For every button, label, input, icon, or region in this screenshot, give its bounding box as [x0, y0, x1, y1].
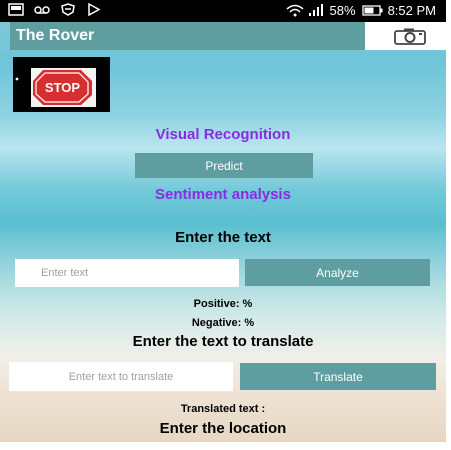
- predict-button[interactable]: Predict: [135, 153, 313, 178]
- camera-icon: [394, 28, 426, 50]
- app-title: The Rover: [16, 27, 95, 44]
- positive-result: Positive: %: [193, 298, 253, 310]
- translate-button[interactable]: Translate: [240, 363, 436, 390]
- screen-edge: [446, 0, 451, 450]
- wifi-icon: [286, 4, 304, 17]
- app-screen: 58% 8:52 PM The Rover STOP Visual Recogn…: [0, 0, 451, 450]
- translate-prompt: Enter the text to translate: [132, 333, 314, 350]
- system-indicators: 58% 8:52 PM: [286, 3, 436, 18]
- predict-button-label: Predict: [205, 158, 243, 173]
- visual-recognition-heading: Visual Recognition: [155, 126, 291, 143]
- notification-icons: [8, 2, 102, 17]
- enter-text-prompt: Enter the text: [175, 229, 271, 246]
- translate-text-input[interactable]: [9, 362, 233, 391]
- translate-button-label: Translate: [313, 369, 363, 384]
- voicemail-icon: [34, 3, 50, 16]
- camera-button[interactable]: [365, 22, 446, 50]
- stop-sign-text: STOP: [45, 80, 80, 95]
- analyze-button[interactable]: Analyze: [245, 259, 430, 286]
- clock: 8:52 PM: [387, 3, 436, 18]
- translated-text-label: Translated text :: [180, 403, 266, 415]
- signal-icon: [308, 4, 324, 17]
- battery-icon: [361, 4, 383, 17]
- location-prompt: Enter the location: [159, 420, 287, 437]
- sentiment-analysis-heading: Sentiment analysis: [155, 186, 291, 203]
- battery-percent: 58%: [329, 3, 356, 18]
- sentiment-text-input[interactable]: [15, 259, 239, 287]
- captured-image: STOP: [13, 57, 110, 112]
- app-bar: The Rover: [10, 22, 365, 50]
- status-bar: 58% 8:52 PM: [0, 0, 446, 22]
- negative-result: Negative: %: [191, 317, 255, 329]
- image-icon: [8, 3, 24, 16]
- play-store-icon: [86, 2, 102, 17]
- shield-icon: [60, 3, 76, 16]
- analyze-button-label: Analyze: [316, 265, 359, 280]
